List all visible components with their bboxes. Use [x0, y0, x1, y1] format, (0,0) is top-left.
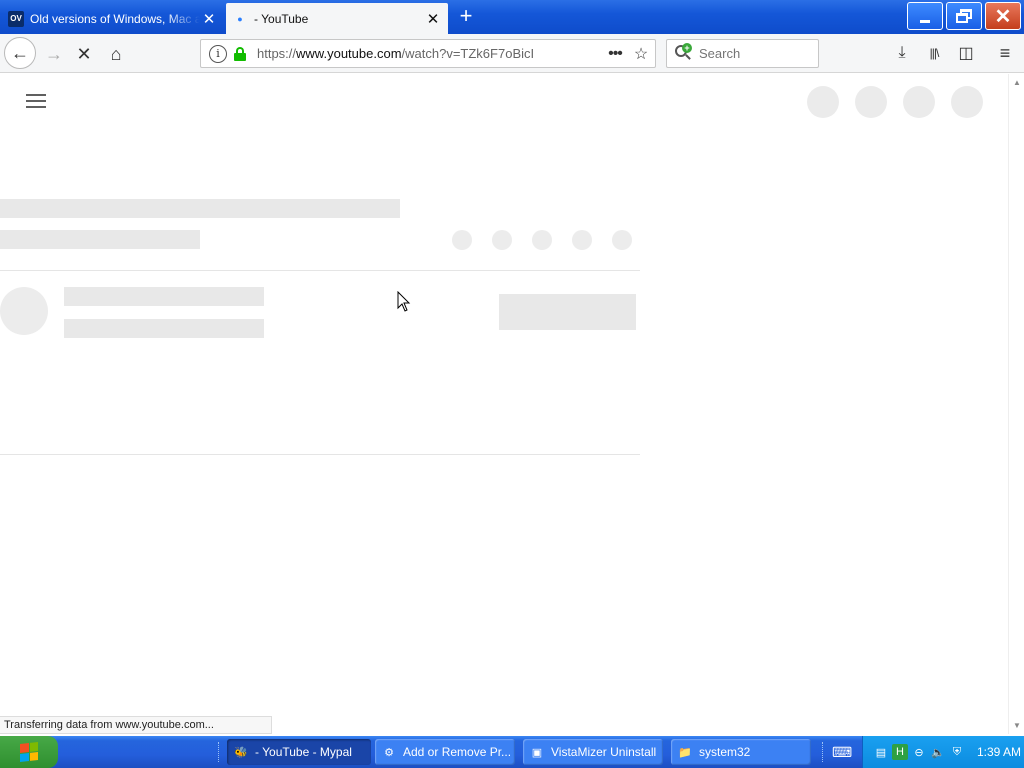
- control-panel-icon: ⚙: [384, 746, 394, 759]
- header-placeholder-circle: [855, 86, 887, 118]
- tab-strip: OV Old versions of Windows, Mac and ✕ ● …: [0, 0, 1024, 34]
- volume-icon[interactable]: 🔈: [930, 744, 946, 760]
- tab-title: Old versions of Windows, Mac and: [30, 11, 200, 26]
- downloads-icon[interactable]: ⤓: [887, 38, 917, 68]
- ov-favicon-icon: OV: [8, 10, 24, 27]
- scroll-up-icon[interactable]: ▲: [1013, 78, 1021, 87]
- forward-button[interactable]: →: [38, 38, 70, 70]
- close-tab-icon[interactable]: ✕: [200, 10, 218, 28]
- page-actions-button[interactable]: •••: [603, 45, 627, 63]
- windows-logo-icon: [20, 742, 38, 762]
- action-skeleton-dot: [492, 230, 512, 250]
- url-path: /watch?v=TZk6F7oBicI: [401, 46, 535, 61]
- taskbar-button-label: Add or Remove Pr...: [403, 745, 512, 759]
- nav-toolbar: ← → ✕ ⌂ i https://www.youtube.com/watch?…: [0, 34, 1024, 73]
- start-button[interactable]: [0, 736, 58, 768]
- back-button[interactable]: ←: [4, 37, 36, 69]
- clock[interactable]: 1:39 AM: [977, 745, 1021, 759]
- tab-title: - YouTube: [254, 11, 309, 26]
- close-window-button[interactable]: ✕: [985, 2, 1021, 30]
- action-skeleton-dot: [452, 230, 472, 250]
- hamburger-menu-icon[interactable]: ≡: [990, 38, 1020, 68]
- action-skeleton-dot: [572, 230, 592, 250]
- url-text[interactable]: https://www.youtube.com/watch?v=TZk6F7oB…: [257, 46, 603, 61]
- notepad-tray-icon[interactable]: ▤: [873, 744, 889, 760]
- keyboard-icon[interactable]: ⌨: [832, 744, 852, 760]
- taskbar-grip[interactable]: [822, 742, 825, 762]
- action-skeleton-dot: [532, 230, 552, 250]
- taskbar-button-system32[interactable]: 📁 system32: [671, 739, 811, 765]
- restore-button[interactable]: [946, 2, 982, 30]
- header-placeholder-circle: [903, 86, 935, 118]
- bookmark-star-icon[interactable]: ☆: [627, 44, 655, 64]
- divider: [0, 270, 640, 271]
- page-content: [0, 74, 1008, 734]
- new-tab-button[interactable]: +: [454, 5, 478, 29]
- taskbar-button-label: - YouTube - Mypal: [255, 745, 352, 759]
- mouse-cursor-icon: [397, 291, 411, 312]
- tab-old-versions[interactable]: OV Old versions of Windows, Mac and ✕: [2, 3, 224, 34]
- tab-youtube[interactable]: ● - YouTube ✕: [226, 3, 448, 34]
- channel-subs-skeleton: [64, 319, 264, 338]
- status-panel: Transferring data from www.youtube.com..…: [0, 716, 272, 734]
- guide-menu-icon[interactable]: [26, 94, 46, 108]
- system-tray: ▤ H ⊖ 🔈 ⛨ 1:39 AM: [862, 736, 1024, 768]
- header-placeholder-circle: [951, 86, 983, 118]
- sidebar-icon[interactable]: ◫: [951, 38, 981, 68]
- header-placeholder-circle: [807, 86, 839, 118]
- stop-button[interactable]: ✕: [68, 38, 100, 70]
- channel-name-skeleton: [64, 287, 264, 306]
- action-skeleton-dot: [612, 230, 632, 250]
- library-icon[interactable]: |||\: [919, 38, 949, 68]
- network-tray-icon[interactable]: ⊖: [911, 744, 927, 760]
- close-tab-icon[interactable]: ✕: [424, 10, 442, 28]
- vertical-scrollbar[interactable]: ▲ ▼: [1008, 74, 1024, 734]
- url-bar[interactable]: i https://www.youtube.com/watch?v=TZk6F7…: [200, 39, 656, 68]
- taskbar-button-add-remove[interactable]: ⚙ Add or Remove Pr...: [375, 739, 515, 765]
- search-icon[interactable]: +: [675, 42, 693, 63]
- minimize-button[interactable]: [907, 2, 943, 30]
- search-input[interactable]: [699, 46, 809, 61]
- taskbar-button-label: system32: [699, 745, 751, 759]
- taskbar-button-label: VistaMizer Uninstall: [551, 745, 657, 759]
- search-bar[interactable]: +: [666, 39, 819, 68]
- scroll-down-icon[interactable]: ▼: [1013, 721, 1021, 730]
- subscribe-button-skeleton: [499, 294, 636, 330]
- folder-icon: 📁: [678, 746, 692, 759]
- taskbar-button-mypal[interactable]: 🐝 - YouTube - Mypal: [227, 739, 371, 765]
- loading-dot-icon: ●: [237, 13, 243, 24]
- green-app-tray-icon[interactable]: H: [892, 744, 908, 760]
- title-skeleton: [0, 199, 400, 218]
- taskbar-button-vistamizer[interactable]: ▣ VistaMizer Uninstall: [523, 739, 663, 765]
- lock-icon: [233, 46, 247, 61]
- taskbar-grip[interactable]: [218, 742, 221, 762]
- url-host: www.youtube.com: [296, 46, 402, 61]
- mypal-icon: 🐝: [234, 746, 248, 759]
- restore-icon: [956, 9, 972, 23]
- taskbar: 🐝 - YouTube - Mypal ⚙ Add or Remove Pr..…: [0, 736, 1024, 768]
- views-skeleton: [0, 230, 200, 249]
- security-tray-icon[interactable]: ⛨: [949, 744, 965, 760]
- divider: [0, 454, 640, 455]
- channel-avatar-skeleton: [0, 287, 48, 335]
- site-info-icon[interactable]: i: [209, 44, 227, 63]
- url-scheme: https://: [257, 46, 297, 61]
- installer-icon: ▣: [531, 746, 543, 759]
- minimize-icon: [920, 19, 930, 23]
- home-button[interactable]: ⌂: [100, 38, 132, 70]
